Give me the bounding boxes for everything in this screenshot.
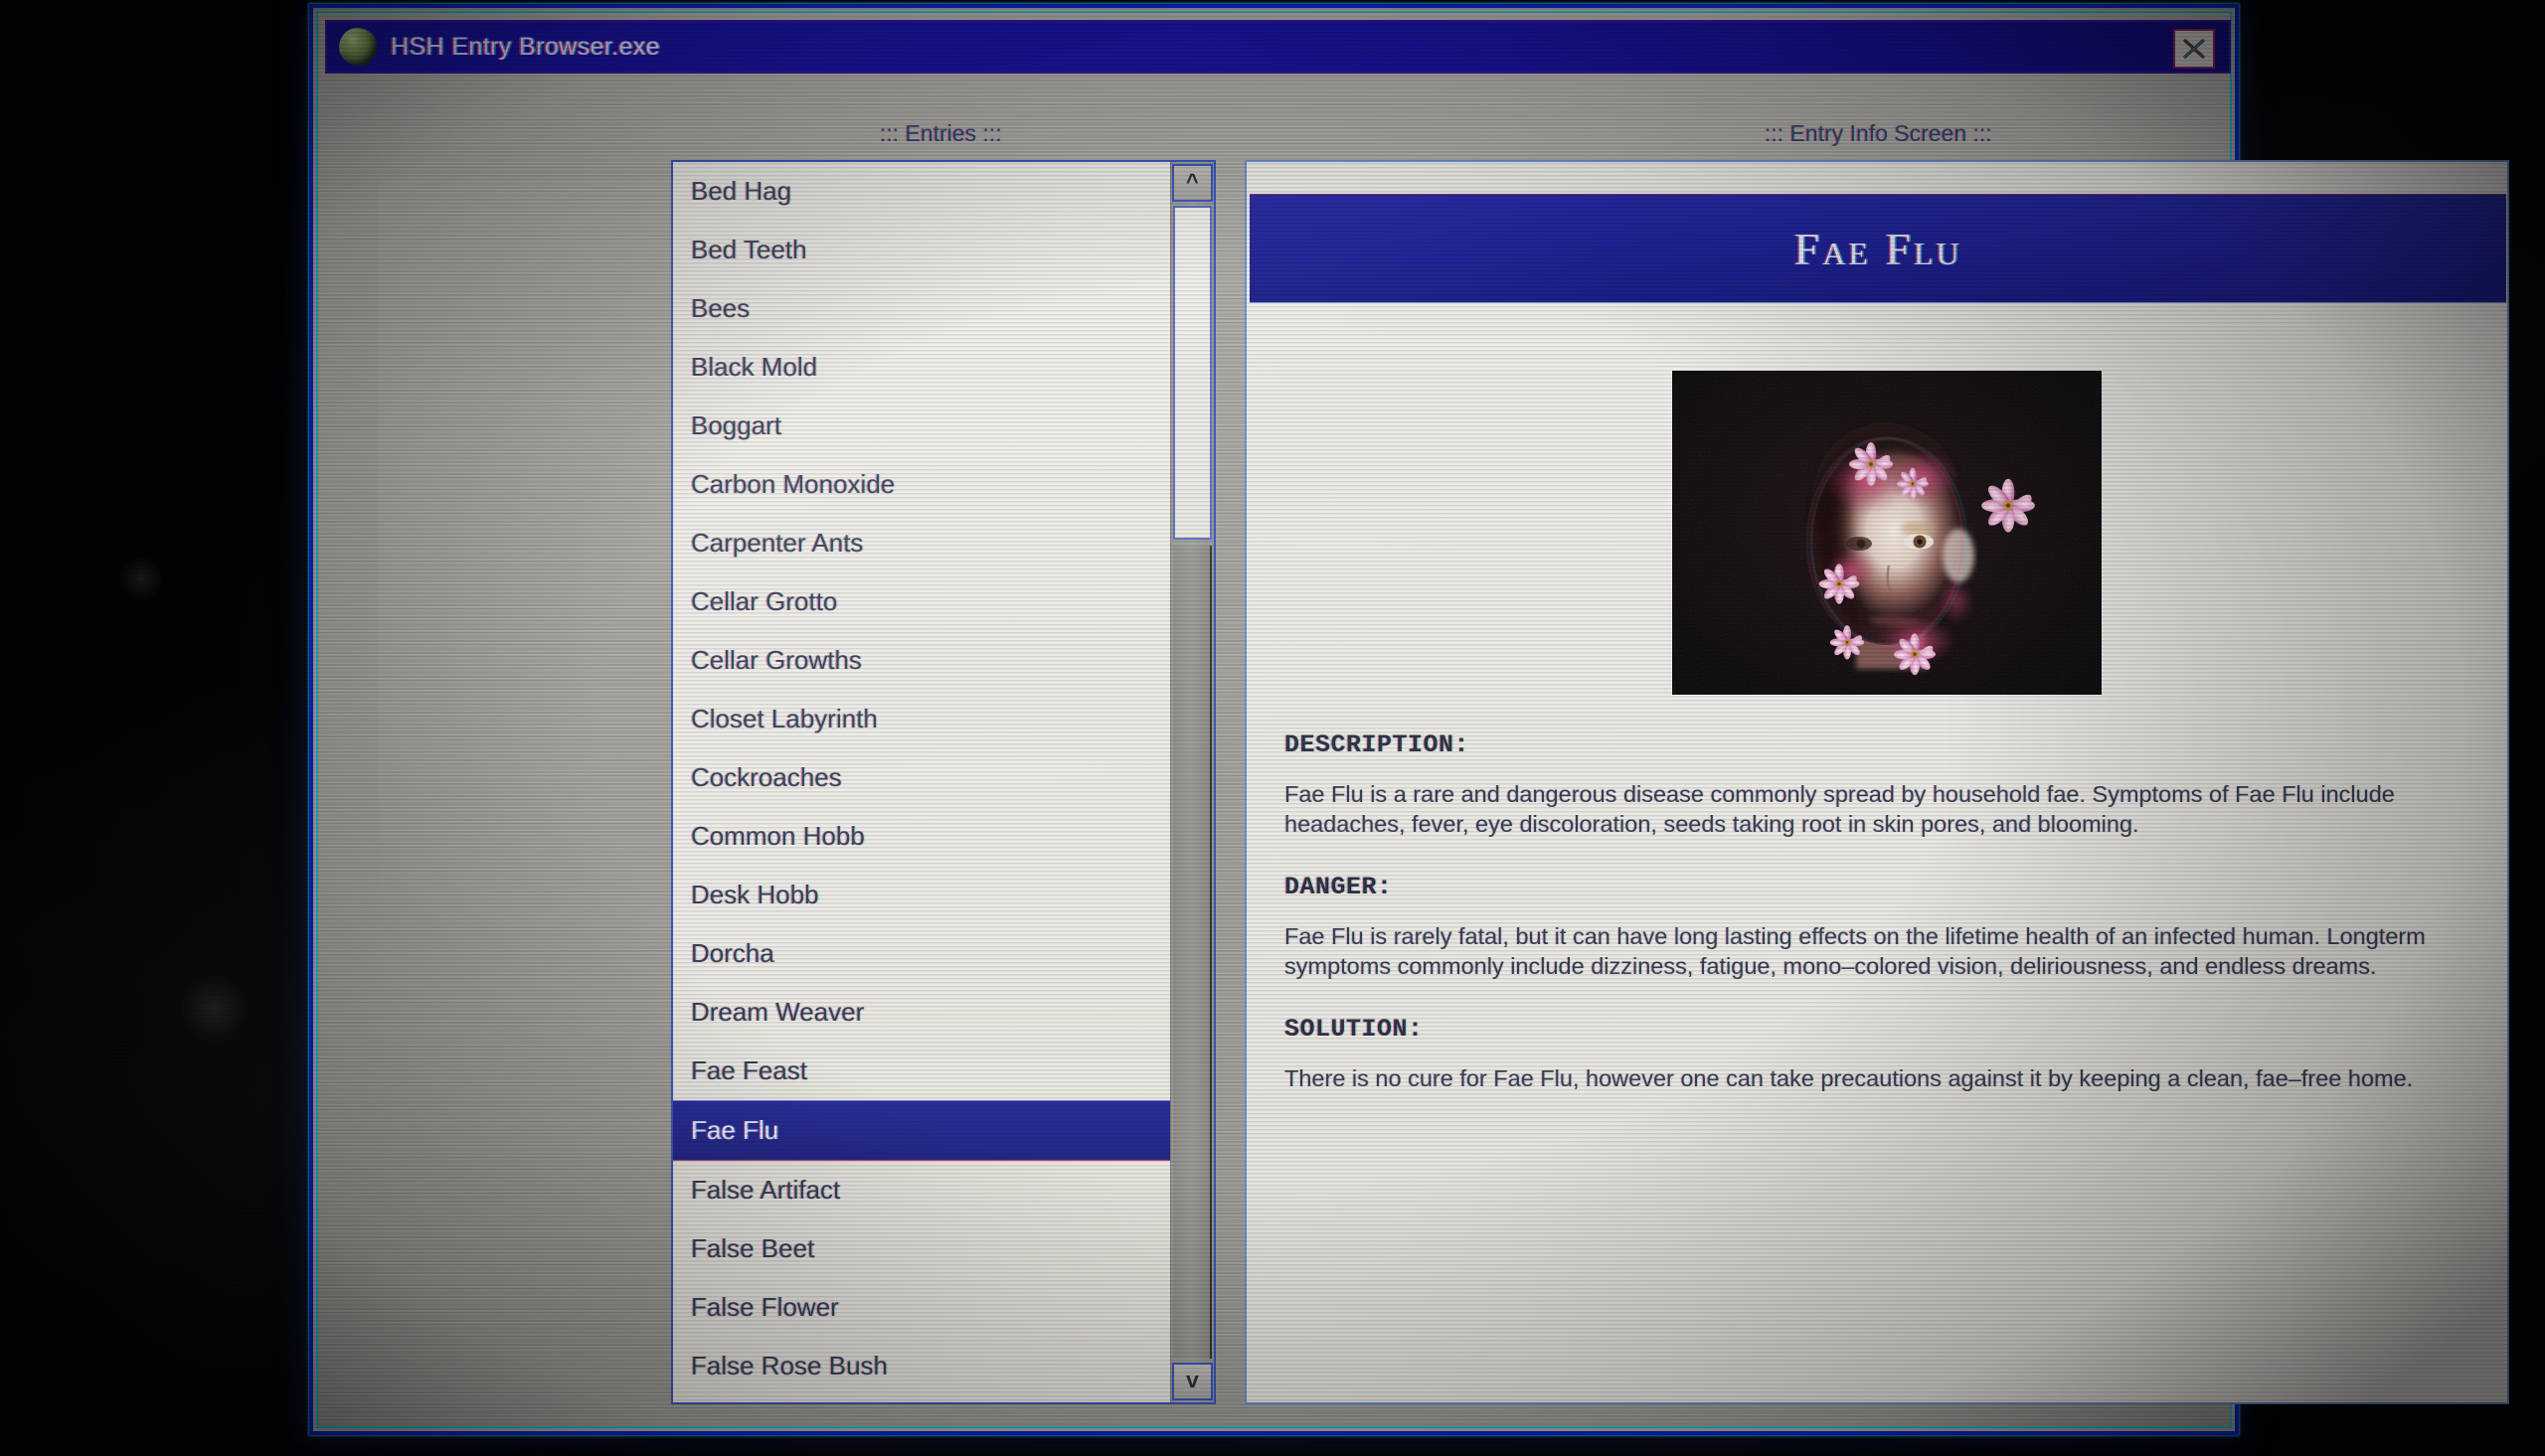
scrollbar-track[interactable] xyxy=(1173,546,1212,1359)
window-title: HSH Entry Browser.exe xyxy=(391,32,660,61)
dust-mote xyxy=(119,557,163,600)
scroll-down-button[interactable]: v xyxy=(1172,1363,1213,1400)
entry-list-item[interactable]: Bed Teeth xyxy=(673,221,1170,279)
scrollbar-thumb[interactable] xyxy=(1173,206,1212,540)
entry-title: Fae Flu xyxy=(1793,223,1962,274)
entry-list-item[interactable]: Carpenter Ants xyxy=(673,514,1170,572)
entry-list-item[interactable]: False Artifact xyxy=(673,1161,1170,1219)
entry-info-panel: Fae Flu DESCRIPTION: Fae Flu is a rare a… xyxy=(1245,160,2509,1404)
entry-list-item[interactable]: Bed Hag xyxy=(673,162,1170,221)
entry-list-item[interactable]: Cockroaches xyxy=(673,748,1170,807)
entries-scrollbar[interactable]: ^ v xyxy=(1170,162,1214,1402)
entry-illustration xyxy=(1672,371,2102,695)
entries-list: Bed Hag Bed Teeth Bees Black Mold Boggart Car… xyxy=(673,162,1170,1402)
entry-list-item[interactable]: Common Hobb xyxy=(673,807,1170,866)
section-label: DESCRIPTION: xyxy=(1284,730,1470,759)
info-column-header: ::: Entry Info Screen ::: xyxy=(1765,120,1992,146)
window-inner-frame: HSH Entry Browser.exe ::: Entries ::: ::… xyxy=(316,11,2509,1428)
entries-listbox[interactable]: Bed Hag Bed Teeth Bees Black Mold Boggart Car… xyxy=(671,160,1216,1404)
entry-title-banner: Fae Flu xyxy=(1250,194,2506,303)
entry-list-item[interactable]: Carbon Monoxide xyxy=(673,455,1170,514)
section-label: DANGER: xyxy=(1284,873,1393,901)
entry-body: DESCRIPTION: Fae Flu is a rare and danger… xyxy=(1284,730,2477,1127)
window-titlebar[interactable]: HSH Entry Browser.exe xyxy=(325,20,2231,74)
entry-list-item[interactable]: Cellar Grotto xyxy=(673,572,1170,631)
entries-column-header: ::: Entries ::: xyxy=(880,120,1002,146)
section-text: Fae Flu is a rare and dangerous disease … xyxy=(1284,781,2395,837)
entry-list-item[interactable]: False Beet xyxy=(673,1219,1170,1278)
section-label: SOLUTION: xyxy=(1284,1015,1424,1044)
entry-list-item[interactable]: False Flower xyxy=(673,1278,1170,1337)
entry-list-item[interactable]: Fae Feast xyxy=(673,1042,1170,1100)
dust-mote xyxy=(179,974,249,1044)
section-text: Fae Flu is rarely fatal, but it can have… xyxy=(1284,923,2426,979)
brain-blob-icon xyxy=(339,28,377,66)
entry-list-item[interactable]: Fae Flu xyxy=(673,1100,1170,1161)
close-button[interactable] xyxy=(2173,29,2215,69)
entry-list-item[interactable]: Closet Labyrinth xyxy=(673,690,1170,748)
entry-list-item[interactable]: Bees xyxy=(673,279,1170,338)
entry-list-item[interactable]: Dorcha xyxy=(673,924,1170,983)
application-window: HSH Entry Browser.exe ::: Entries ::: ::… xyxy=(309,4,2509,1435)
desktop-background: HSH Entry Browser.exe ::: Entries ::: ::… xyxy=(0,0,2545,1456)
entry-list-item[interactable]: False Rose Bush xyxy=(673,1337,1170,1395)
entry-list-item[interactable]: Desk Hobb xyxy=(673,866,1170,924)
section-text: There is no cure for Fae Flu, however on… xyxy=(1284,1065,2414,1091)
entry-list-item[interactable]: Dream Weaver xyxy=(673,983,1170,1042)
entry-list-item[interactable]: Boggart xyxy=(673,397,1170,455)
scroll-up-button[interactable]: ^ xyxy=(1172,164,1213,202)
entry-list-item[interactable]: Black Mold xyxy=(673,338,1170,397)
entry-list-item[interactable]: Cellar Growths xyxy=(673,631,1170,690)
